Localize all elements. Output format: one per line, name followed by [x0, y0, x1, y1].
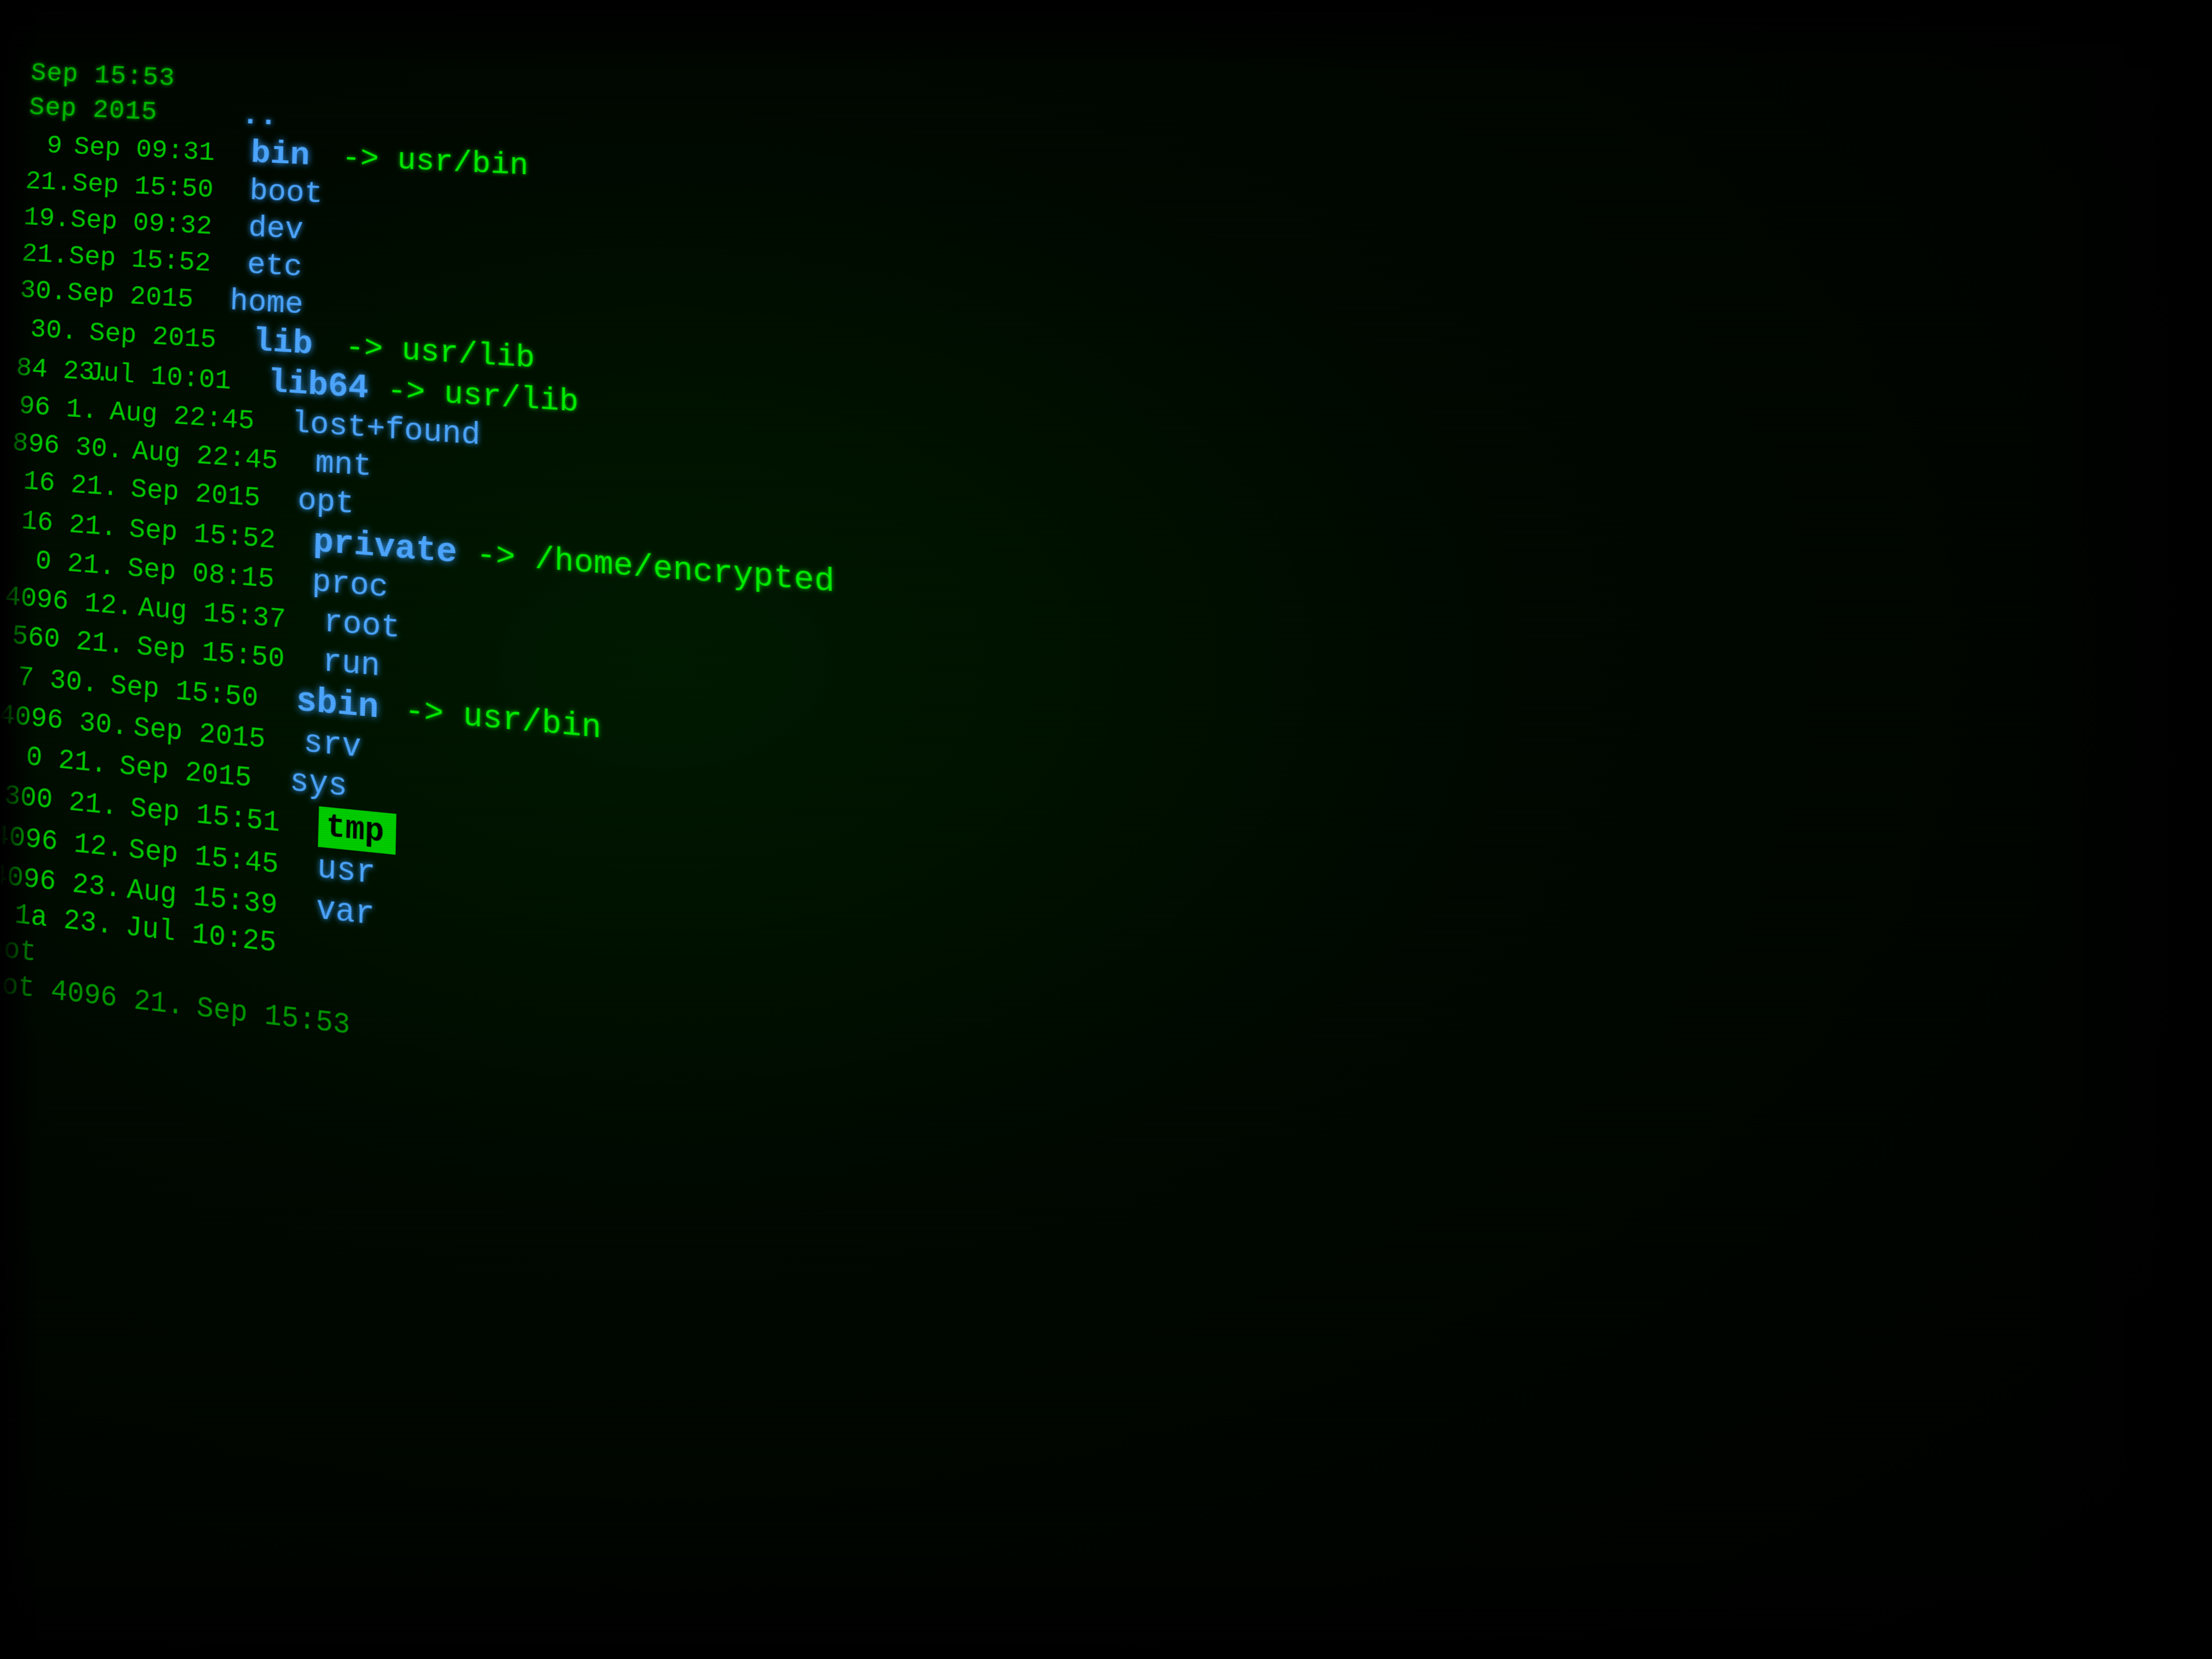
fade-bottom: [0, 1543, 2212, 1659]
fade-left: [0, 0, 35, 1659]
fade-top: [0, 0, 2212, 69]
terminal-content: Sep 15:53 Sep 2015 .. 9 Sep 09:31 bin ->…: [0, 0, 2212, 1659]
terminal-screen: Sep 15:53 Sep 2015 .. 9 Sep 09:31 bin ->…: [0, 0, 2212, 1659]
fade-right: [2039, 0, 2212, 1659]
